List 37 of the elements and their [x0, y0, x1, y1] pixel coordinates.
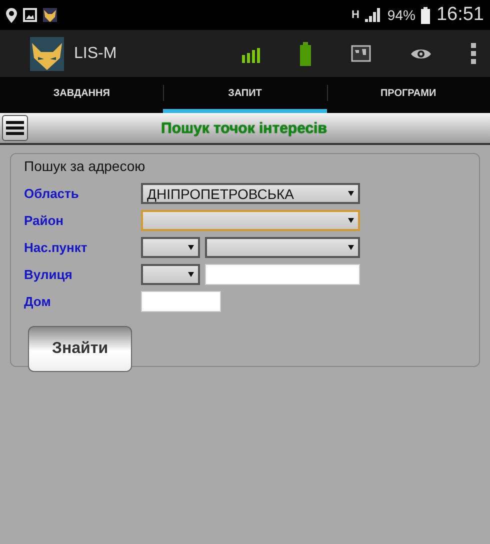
- field-label: Дом: [24, 294, 52, 309]
- menu-icon: [6, 121, 24, 135]
- tab[interactable]: ЗАВДАННЯ: [0, 77, 164, 113]
- app-title: LIS-M: [74, 44, 117, 62]
- dropdown[interactable]: [205, 237, 360, 258]
- input-field[interactable]: [141, 291, 221, 312]
- dropdown[interactable]: ДНІПРОПЕТРОВСЬКА: [141, 183, 360, 204]
- caret-icon: [348, 245, 354, 250]
- caret-icon: [188, 245, 194, 250]
- page-title: Пошук точок інтересів: [160, 120, 328, 136]
- battery-percent: 94%: [387, 7, 416, 23]
- dropdown[interactable]: [141, 264, 200, 285]
- clock: 16:51: [436, 4, 484, 26]
- battery-icon[interactable]: [300, 42, 311, 66]
- menu-button[interactable]: [2, 115, 28, 141]
- signal-icon: [365, 8, 382, 22]
- app-logo-icon: [30, 36, 64, 70]
- dropdown[interactable]: [141, 237, 200, 258]
- field-label: Вулиця: [24, 267, 74, 282]
- field-label: Район: [24, 213, 65, 228]
- search-button[interactable]: Знайти: [28, 326, 132, 372]
- tab[interactable]: ПРОГРАМИ: [326, 77, 490, 113]
- dropdown-value: ДНІПРОПЕТРОВСЬКА: [147, 186, 294, 202]
- field-label: Нас.пункт: [24, 240, 88, 255]
- network-type: H: [351, 10, 360, 20]
- caret-icon: [188, 272, 194, 277]
- overflow-menu-icon[interactable]: [471, 43, 476, 64]
- input-field[interactable]: [205, 264, 360, 285]
- map-icon[interactable]: [351, 45, 371, 62]
- battery-icon: [421, 6, 430, 24]
- eye-icon[interactable]: [411, 48, 431, 60]
- caret-icon: [348, 191, 354, 196]
- location-pin-icon: [6, 8, 17, 22]
- field-label: Область: [24, 186, 80, 201]
- app-icon: [43, 8, 57, 22]
- caret-icon: [348, 218, 354, 223]
- image-icon: [23, 8, 37, 22]
